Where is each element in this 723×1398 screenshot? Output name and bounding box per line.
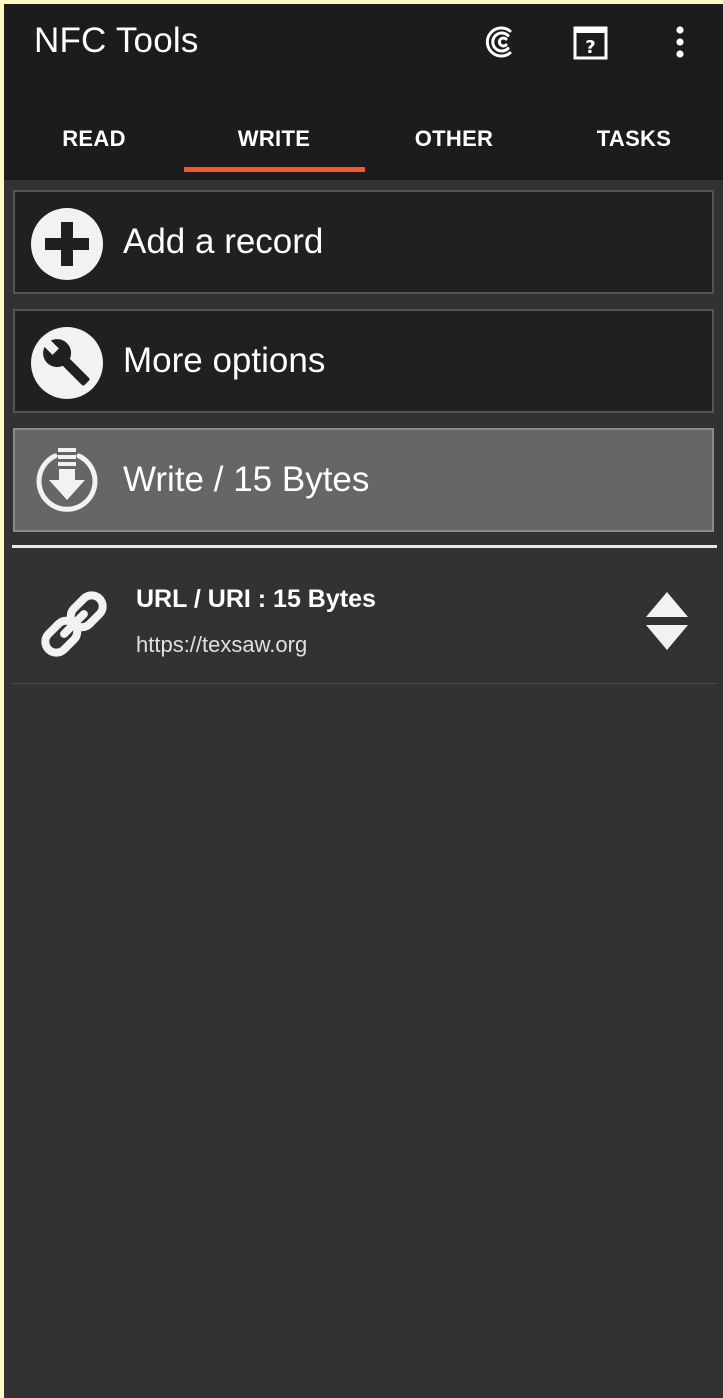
download-circle-icon [36,448,98,512]
add-record-button[interactable]: Add a record [13,190,714,294]
record-title: URL / URI : 15 Bytes [136,585,376,613]
svg-text:?: ? [585,37,595,58]
more-options-button[interactable]: More options [13,309,714,413]
tab-read[interactable]: READ [4,104,184,174]
more-options-label: More options [123,341,326,380]
wrench-circle-icon [31,327,103,399]
record-list-item[interactable]: URL / URI : 15 Bytes https://texsaw.org [12,560,717,684]
tab-selected-indicator [184,167,365,172]
overflow-menu-icon[interactable] [656,18,704,66]
app-title: NFC Tools [34,21,199,60]
records-divider [12,545,717,548]
plus-circle-icon [31,208,103,280]
tab-write[interactable]: WRITE [184,104,364,174]
record-value: https://texsaw.org [136,632,308,657]
write-button[interactable]: Write / 15 Bytes [13,428,714,532]
tab-other[interactable]: OTHER [364,104,544,174]
link-icon [41,591,107,657]
app-bar: NFC Tools ? READ WRITE OTHER TASKS [4,4,723,180]
reorder-arrows-icon[interactable] [644,588,690,654]
nfc-logo-icon[interactable] [478,18,526,66]
add-record-label: Add a record [123,222,324,261]
tab-bar: READ WRITE OTHER TASKS [4,104,723,180]
write-label: Write / 15 Bytes [123,460,370,499]
help-book-icon[interactable]: ? [566,18,614,66]
tab-tasks[interactable]: TASKS [544,104,723,174]
screen: NFC Tools ? READ WRITE OTHER TASKS Add a… [4,4,723,1398]
